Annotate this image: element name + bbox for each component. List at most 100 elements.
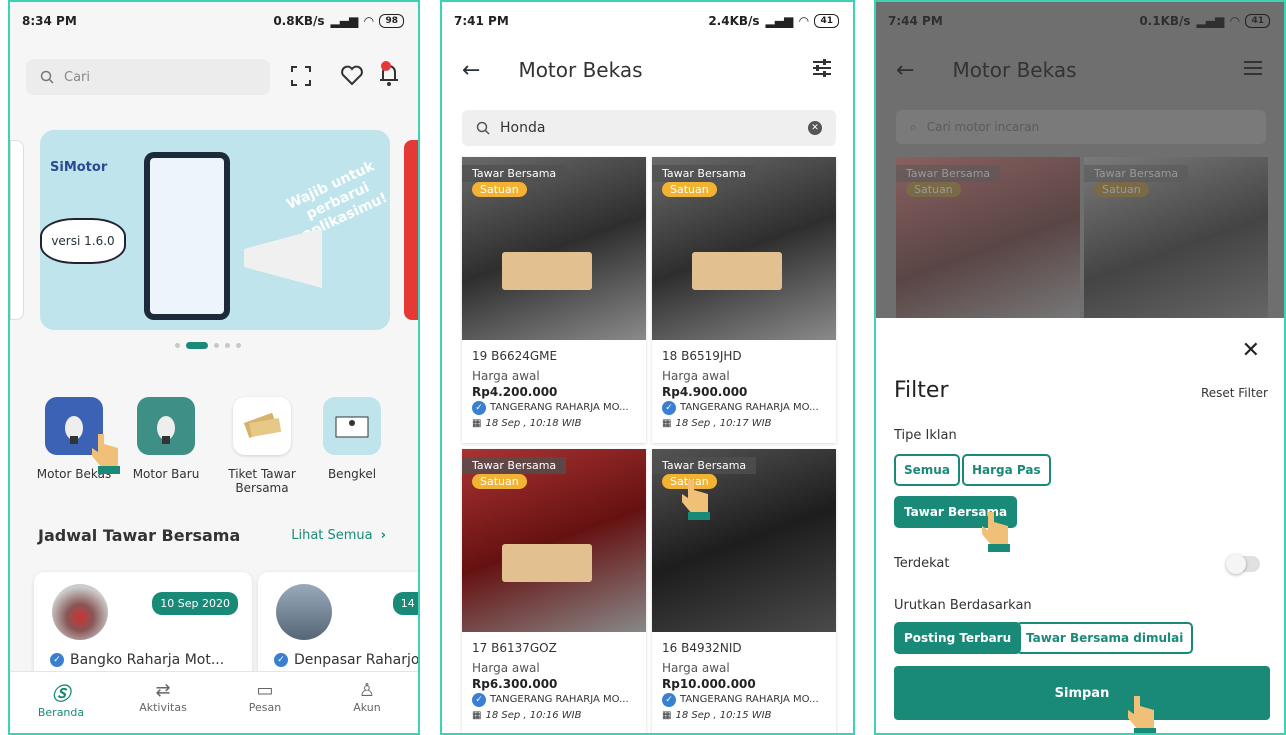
chip-tawar-bersama-dimulai[interactable]: Tawar Bersama dimulai: [1016, 622, 1194, 654]
prev-banner[interactable]: [10, 140, 24, 320]
price: Rp10.000.000: [662, 677, 756, 691]
nearest-toggle[interactable]: [1226, 554, 1260, 574]
nav-beranda[interactable]: Ⓢ Beranda: [10, 672, 112, 733]
chip-harga-pas[interactable]: Harga Pas: [962, 454, 1051, 486]
auction-tag: Tawar Bersama: [896, 165, 1001, 182]
price-label: Harga awal: [662, 661, 730, 675]
promo-banner[interactable]: SiMotor versi 1.6.0 Wajib untuk perbarui…: [40, 130, 390, 330]
nav-label: Akun: [353, 701, 381, 714]
verified-icon: ✓: [472, 693, 486, 707]
date-badge: 10 Sep 2020: [152, 592, 238, 615]
motor-baru-icon: [137, 397, 195, 455]
user-icon: ♙: [358, 680, 376, 701]
search-placeholder: Cari: [64, 69, 90, 85]
signal-icon: ▂▄▆: [330, 14, 359, 28]
status-bar: 7:41 PM 2.4KB/s ▂▄▆ ◠ 41: [442, 2, 853, 40]
chip-semua[interactable]: Semua: [894, 454, 960, 486]
filter-screen: 7:44 PM 0.1KB/s ▂▄▆ ◠ 41 ← Motor Bekas ⌕ Car…: [874, 0, 1286, 735]
search-icon: ⌕: [910, 119, 917, 134]
calendar-icon: ▦: [662, 418, 672, 429]
app-header: ← Motor Bekas: [442, 40, 853, 100]
product-image: Tawar BersamaSatuan: [1084, 157, 1268, 318]
calendar-icon: ▦: [662, 710, 672, 721]
post-date: 18 Sep , 10:17 WIB: [675, 418, 772, 429]
search-value: Honda: [500, 120, 546, 136]
dealer-name: Denpasar Raharjo: [294, 652, 420, 668]
pointer-hand-icon: [88, 430, 124, 478]
see-all-link[interactable]: Lihat Semua ›: [291, 528, 386, 543]
clear-icon[interactable]: ✕: [808, 121, 822, 135]
pointer-hand-icon: [678, 476, 714, 524]
save-button[interactable]: Simpan: [894, 666, 1270, 720]
category-tiket-tawar[interactable]: Tiket Tawar Bersama: [222, 397, 302, 495]
search-input[interactable]: Cari: [26, 59, 270, 95]
post-date: 18 Sep , 10:16 WIB: [485, 710, 582, 721]
status-time: 7:44 PM: [888, 14, 943, 28]
dimmed-background[interactable]: 7:44 PM 0.1KB/s ▂▄▆ ◠ 41 ← Motor Bekas ⌕ Car…: [876, 2, 1284, 318]
chevron-right-icon: ›: [380, 528, 386, 543]
nav-akun[interactable]: ♙ Akun: [316, 672, 418, 733]
auction-tag: Tawar Bersama: [462, 165, 567, 182]
next-banner[interactable]: [404, 140, 418, 320]
home-screen: 8:34 PM 0.8KB/s ▂▄▆ ◠ 98 Cari SiMotor versi…: [8, 0, 420, 735]
product-image: Tawar BersamaSatuan: [896, 157, 1080, 318]
chat-icon: ▭: [256, 680, 274, 701]
date-badge: 14 Se: [392, 592, 418, 615]
product-card[interactable]: Tawar Bersama Satuan 17 B6137GOZ Harga awa…: [462, 449, 646, 733]
unit-badge: Satuan: [472, 182, 527, 197]
close-icon[interactable]: ✕: [1242, 338, 1260, 363]
post-date: 18 Sep , 10:18 WIB: [485, 418, 582, 429]
brand-logo: SiMotor: [50, 160, 108, 175]
plate-number: 16 B4932NID: [662, 641, 742, 655]
save-label: Simpan: [1054, 685, 1110, 701]
signal-icon: ▂▄▆: [765, 14, 794, 28]
category-label: Tiket Tawar Bersama: [228, 467, 296, 495]
filter-icon[interactable]: [811, 58, 833, 82]
product-card[interactable]: Tawar Bersama Satuan 18 B6519JHD Harga awa…: [652, 157, 836, 443]
price-label: Harga awal: [472, 661, 540, 675]
category-bengkel[interactable]: Bengkel: [312, 397, 392, 481]
banner-tagline: Wajib untuk perbarui aplikasimu!: [284, 158, 390, 244]
nav-label: Aktivitas: [139, 701, 187, 714]
auction-tag: Tawar Bersama: [462, 457, 567, 474]
heart-icon[interactable]: [340, 64, 364, 86]
dealer-avatar: [52, 584, 108, 640]
filter-icon: [1242, 58, 1264, 82]
verified-icon: ✓: [662, 693, 676, 707]
dealer-name: TANGERANG RAHARJA MO...: [680, 402, 819, 413]
reset-filter-button[interactable]: Reset Filter: [1201, 386, 1268, 400]
bell-icon[interactable]: [376, 60, 402, 88]
post-date: 18 Sep , 10:15 WIB: [675, 710, 772, 721]
app-header: ← Motor Bekas: [876, 40, 1284, 100]
search-input[interactable]: Honda ✕: [462, 110, 836, 146]
ticket-icon: [233, 397, 291, 455]
battery-icon: 41: [1245, 14, 1270, 28]
nav-aktivitas[interactable]: ⇄ Aktivitas: [112, 672, 214, 733]
wifi-icon: ◠: [799, 14, 809, 28]
product-image: Tawar BersamaSatuan: [462, 449, 646, 632]
battery-icon: 41: [814, 14, 839, 28]
sort-label: Urutkan Berdasarkan: [894, 598, 1032, 613]
product-grid: Tawar Bersama Satuan 19 B6624GME Harga awa…: [462, 157, 836, 733]
category-motor-baru[interactable]: Motor Baru: [126, 397, 206, 481]
calendar-icon: ▦: [472, 710, 482, 721]
unit-badge: Satuan: [472, 474, 527, 489]
verified-icon: ✓: [274, 653, 288, 667]
product-image: Tawar BersamaSatuan: [462, 157, 646, 340]
verified-icon: ✓: [472, 401, 486, 415]
scan-icon[interactable]: [290, 65, 312, 87]
price-label: Harga awal: [662, 369, 730, 383]
chip-posting-terbaru[interactable]: Posting Terbaru: [894, 622, 1022, 654]
see-all-label: Lihat Semua: [291, 528, 373, 543]
status-bar: 7:44 PM 0.1KB/s ▂▄▆ ◠ 41: [876, 2, 1284, 40]
price: Rp4.200.000: [472, 385, 558, 399]
product-image: Tawar BersamaSatuan: [652, 157, 836, 340]
product-card[interactable]: Tawar Bersama Satuan 19 B6624GME Harga awa…: [462, 157, 646, 443]
verified-icon: ✓: [50, 653, 64, 667]
filter-sheet: ✕ Filter Reset Filter Tipe Iklan Semua H…: [876, 318, 1284, 733]
nav-pesan[interactable]: ▭ Pesan: [214, 672, 316, 733]
unit-badge: Satuan: [906, 182, 961, 197]
auction-tag: Tawar Bersama: [1084, 165, 1189, 182]
nav-label: Beranda: [37, 706, 85, 719]
back-arrow-icon[interactable]: ←: [462, 58, 480, 83]
